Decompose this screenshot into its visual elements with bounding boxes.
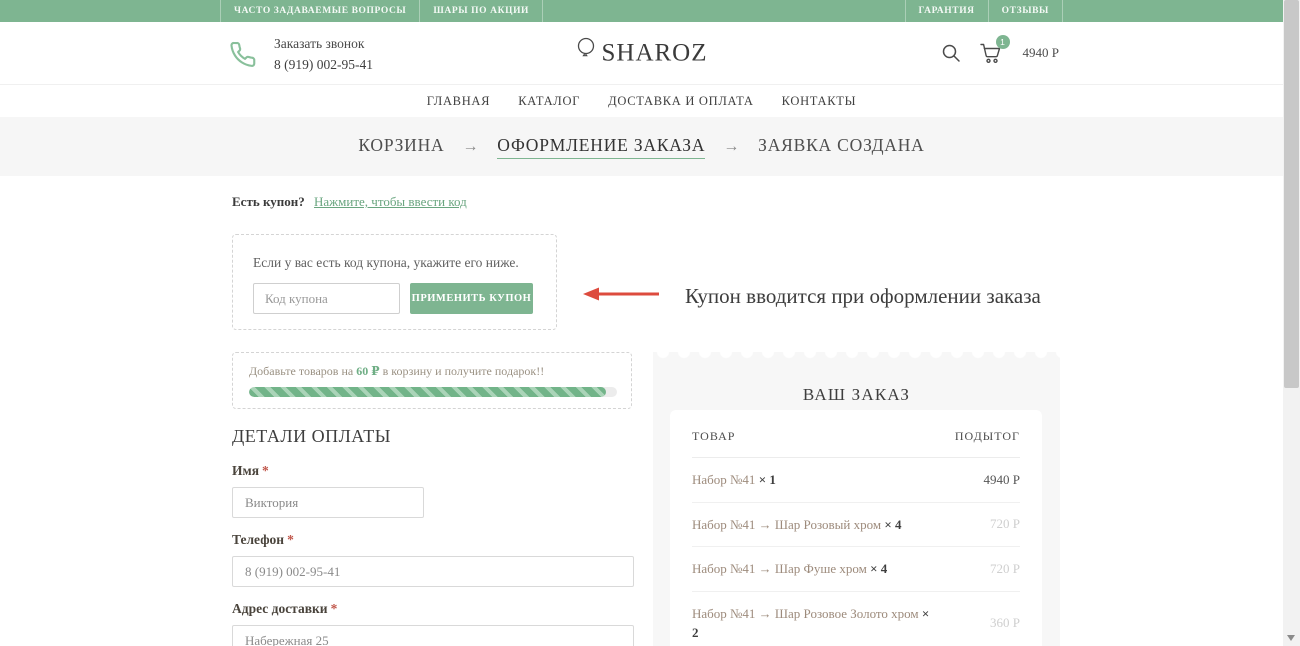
item-qty: × 4 bbox=[870, 561, 887, 576]
coupon-box: Если у вас есть код купона, укажите его … bbox=[232, 234, 557, 330]
item-price: 720 Р bbox=[990, 516, 1020, 532]
cart-count-badge: 1 bbox=[996, 35, 1010, 49]
scrollbar[interactable] bbox=[1283, 0, 1300, 646]
order-item-name: Набор №41 → Шар Фуше хром × 4 bbox=[692, 559, 937, 579]
step-cart[interactable]: КОРЗИНА bbox=[358, 135, 444, 158]
order-row: Набор №41 → Шар Фуше хром × 4 720 Р bbox=[692, 547, 1020, 592]
name-field-label: Имя* bbox=[232, 463, 634, 479]
phone-label-text: Телефон bbox=[232, 532, 284, 547]
item-qty: × 4 bbox=[884, 517, 901, 532]
annotation: Купон вводится при оформлении заказа bbox=[583, 284, 1041, 309]
item-qty: × 1 bbox=[759, 472, 776, 487]
topbar-link-warranty[interactable]: ГАРАНТИЯ bbox=[905, 0, 988, 22]
address-field-label: Адрес доставки* bbox=[232, 601, 634, 617]
item-name-text: Набор №41 → Шар Фуше хром bbox=[692, 561, 867, 576]
search-icon[interactable] bbox=[941, 43, 961, 63]
item-name-text: Набор №41 bbox=[692, 472, 755, 487]
billing-details: ДЕТАЛИ ОПЛАТЫ Имя* Телефон* Адрес достав… bbox=[232, 426, 634, 646]
phone-icon bbox=[228, 40, 258, 70]
topbar-right-links: ГАРАНТИЯ ОТЗЫВЫ bbox=[905, 0, 1063, 22]
coupon-box-text: Если у вас есть код купона, укажите его … bbox=[253, 255, 536, 271]
item-name-text: Набор №41 → Шар Розовый хром bbox=[692, 517, 881, 532]
order-row: Набор №41 → Шар Розовый хром × 4 720 Р bbox=[692, 503, 1020, 548]
nav-home[interactable]: ГЛАВНАЯ bbox=[427, 94, 490, 109]
col-product: ТОВАР bbox=[692, 429, 735, 444]
breadcrumb-arrow-icon: → bbox=[723, 138, 740, 156]
topbar-link-faq[interactable]: ЧАСТО ЗАДАВАЕМЫЕ ВОПРОСЫ bbox=[220, 0, 419, 22]
gift-progress-fill bbox=[249, 387, 606, 397]
coupon-code-input[interactable] bbox=[253, 283, 400, 314]
cart-icon[interactable]: 1 bbox=[979, 42, 1003, 64]
logo-text: SHAROZ bbox=[601, 39, 707, 67]
callback-block[interactable]: Заказать звонок 8 (919) 002-95-41 bbox=[228, 34, 373, 76]
topbar: ЧАСТО ЗАДАВАЕМЫЕ ВОПРОСЫ ШАРЫ ПО АКЦИИ Г… bbox=[0, 0, 1283, 22]
annotation-text: Купон вводится при оформлении заказа bbox=[685, 284, 1041, 309]
coupon-prompt: Есть купон? Нажмите, чтобы ввести код bbox=[232, 194, 467, 210]
apply-coupon-button[interactable]: ПРИМЕНИТЬ КУПОН bbox=[410, 283, 533, 314]
item-price: 720 Р bbox=[990, 561, 1020, 577]
order-row: Набор №41 × 1 4940 Р bbox=[692, 458, 1020, 503]
main-nav: ГЛАВНАЯ КАТАЛОГ ДОСТАВКА И ОПЛАТА КОНТАК… bbox=[0, 85, 1283, 117]
balloon-icon bbox=[575, 37, 597, 70]
required-mark: * bbox=[287, 532, 294, 547]
nav-delivery[interactable]: ДОСТАВКА И ОПЛАТА bbox=[608, 94, 753, 109]
gift-progress-track bbox=[249, 387, 617, 397]
name-field[interactable] bbox=[232, 487, 424, 518]
item-name-text: Набор №41 → Шар Розовое Золото хром bbox=[692, 606, 919, 621]
item-price: 360 Р bbox=[990, 615, 1020, 631]
topbar-link-reviews[interactable]: ОТЗЫВЫ bbox=[988, 0, 1063, 22]
order-item-name: Набор №41 × 1 bbox=[692, 470, 937, 490]
breadcrumb-arrow-icon: → bbox=[462, 138, 479, 156]
order-table-header: ТОВАР ПОДЫТОГ bbox=[692, 410, 1020, 458]
gift-progress-box: Добавьте товаров на 60 ₽ в корзину и пол… bbox=[232, 352, 632, 409]
item-price: 4940 Р bbox=[984, 472, 1020, 488]
name-label-text: Имя bbox=[232, 463, 259, 478]
order-item-name: Набор №41 → Шар Розовое Золото хром × 2 bbox=[692, 604, 937, 643]
address-field[interactable] bbox=[232, 625, 634, 646]
order-row: Набор №41 → Шар Розовое Золото хром × 2 … bbox=[692, 592, 1020, 646]
gift-text-after: в корзину и получите подарок!! bbox=[380, 364, 545, 378]
required-mark: * bbox=[262, 463, 269, 478]
logo[interactable]: SHAROZ bbox=[575, 37, 707, 70]
order-card: ТОВАР ПОДЫТОГ Набор №41 × 1 4940 Р Набор… bbox=[670, 410, 1042, 646]
phone-field-label: Телефон* bbox=[232, 532, 634, 548]
gift-amount: 60 ₽ bbox=[356, 364, 379, 378]
col-subtotal: ПОДЫТОГ bbox=[955, 429, 1020, 444]
page: ЧАСТО ЗАДАВАЕМЫЕ ВОПРОСЫ ШАРЫ ПО АКЦИИ Г… bbox=[0, 0, 1283, 646]
main-content: Есть купон? Нажмите, чтобы ввести код Ес… bbox=[0, 176, 1283, 646]
required-mark: * bbox=[331, 601, 338, 616]
step-order-created: ЗАЯВКА СОЗДАНА bbox=[758, 135, 925, 158]
gift-text-before: Добавьте товаров на bbox=[249, 364, 356, 378]
gift-progress-text: Добавьте товаров на 60 ₽ в корзину и пол… bbox=[249, 364, 615, 379]
annotation-arrow-icon bbox=[583, 286, 661, 307]
callback-label: Заказать звонок bbox=[274, 36, 364, 51]
scrollbar-down-arrow-icon[interactable] bbox=[1287, 635, 1295, 641]
address-label-text: Адрес доставки bbox=[232, 601, 328, 616]
nav-catalog[interactable]: КАТАЛОГ bbox=[518, 94, 580, 109]
coupon-prompt-label: Есть купон? bbox=[232, 194, 305, 209]
coupon-toggle-link[interactable]: Нажмите, чтобы ввести код bbox=[314, 194, 467, 209]
scalloped-edge bbox=[653, 352, 1060, 362]
order-summary-panel: ВАШ ЗАКАЗ ТОВАР ПОДЫТОГ Набор №41 × 1 49… bbox=[653, 352, 1060, 646]
topbar-left-links: ЧАСТО ЗАДАВАЕМЫЕ ВОПРОСЫ ШАРЫ ПО АКЦИИ bbox=[220, 0, 543, 22]
header-phone-number: 8 (919) 002-95-41 bbox=[274, 57, 373, 72]
breadcrumb: КОРЗИНА → ОФОРМЛЕНИЕ ЗАКАЗА → ЗАЯВКА СОЗ… bbox=[358, 135, 924, 159]
order-item-name: Набор №41 → Шар Розовый хром × 4 bbox=[692, 515, 937, 535]
topbar-link-promo-balloons[interactable]: ШАРЫ ПО АКЦИИ bbox=[419, 0, 543, 22]
header: Заказать звонок 8 (919) 002-95-41 SHAROZ bbox=[0, 22, 1283, 85]
step-checkout[interactable]: ОФОРМЛЕНИЕ ЗАКАЗА bbox=[497, 135, 705, 159]
callback-text: Заказать звонок 8 (919) 002-95-41 bbox=[274, 34, 373, 76]
scrollbar-thumb[interactable] bbox=[1284, 0, 1299, 388]
cart-total[interactable]: 4940 Р bbox=[1023, 45, 1059, 61]
phone-field[interactable] bbox=[232, 556, 634, 587]
checkout-steps-band: КОРЗИНА → ОФОРМЛЕНИЕ ЗАКАЗА → ЗАЯВКА СОЗ… bbox=[0, 117, 1283, 176]
billing-title: ДЕТАЛИ ОПЛАТЫ bbox=[232, 426, 634, 447]
nav-contacts[interactable]: КОНТАКТЫ bbox=[782, 94, 857, 109]
